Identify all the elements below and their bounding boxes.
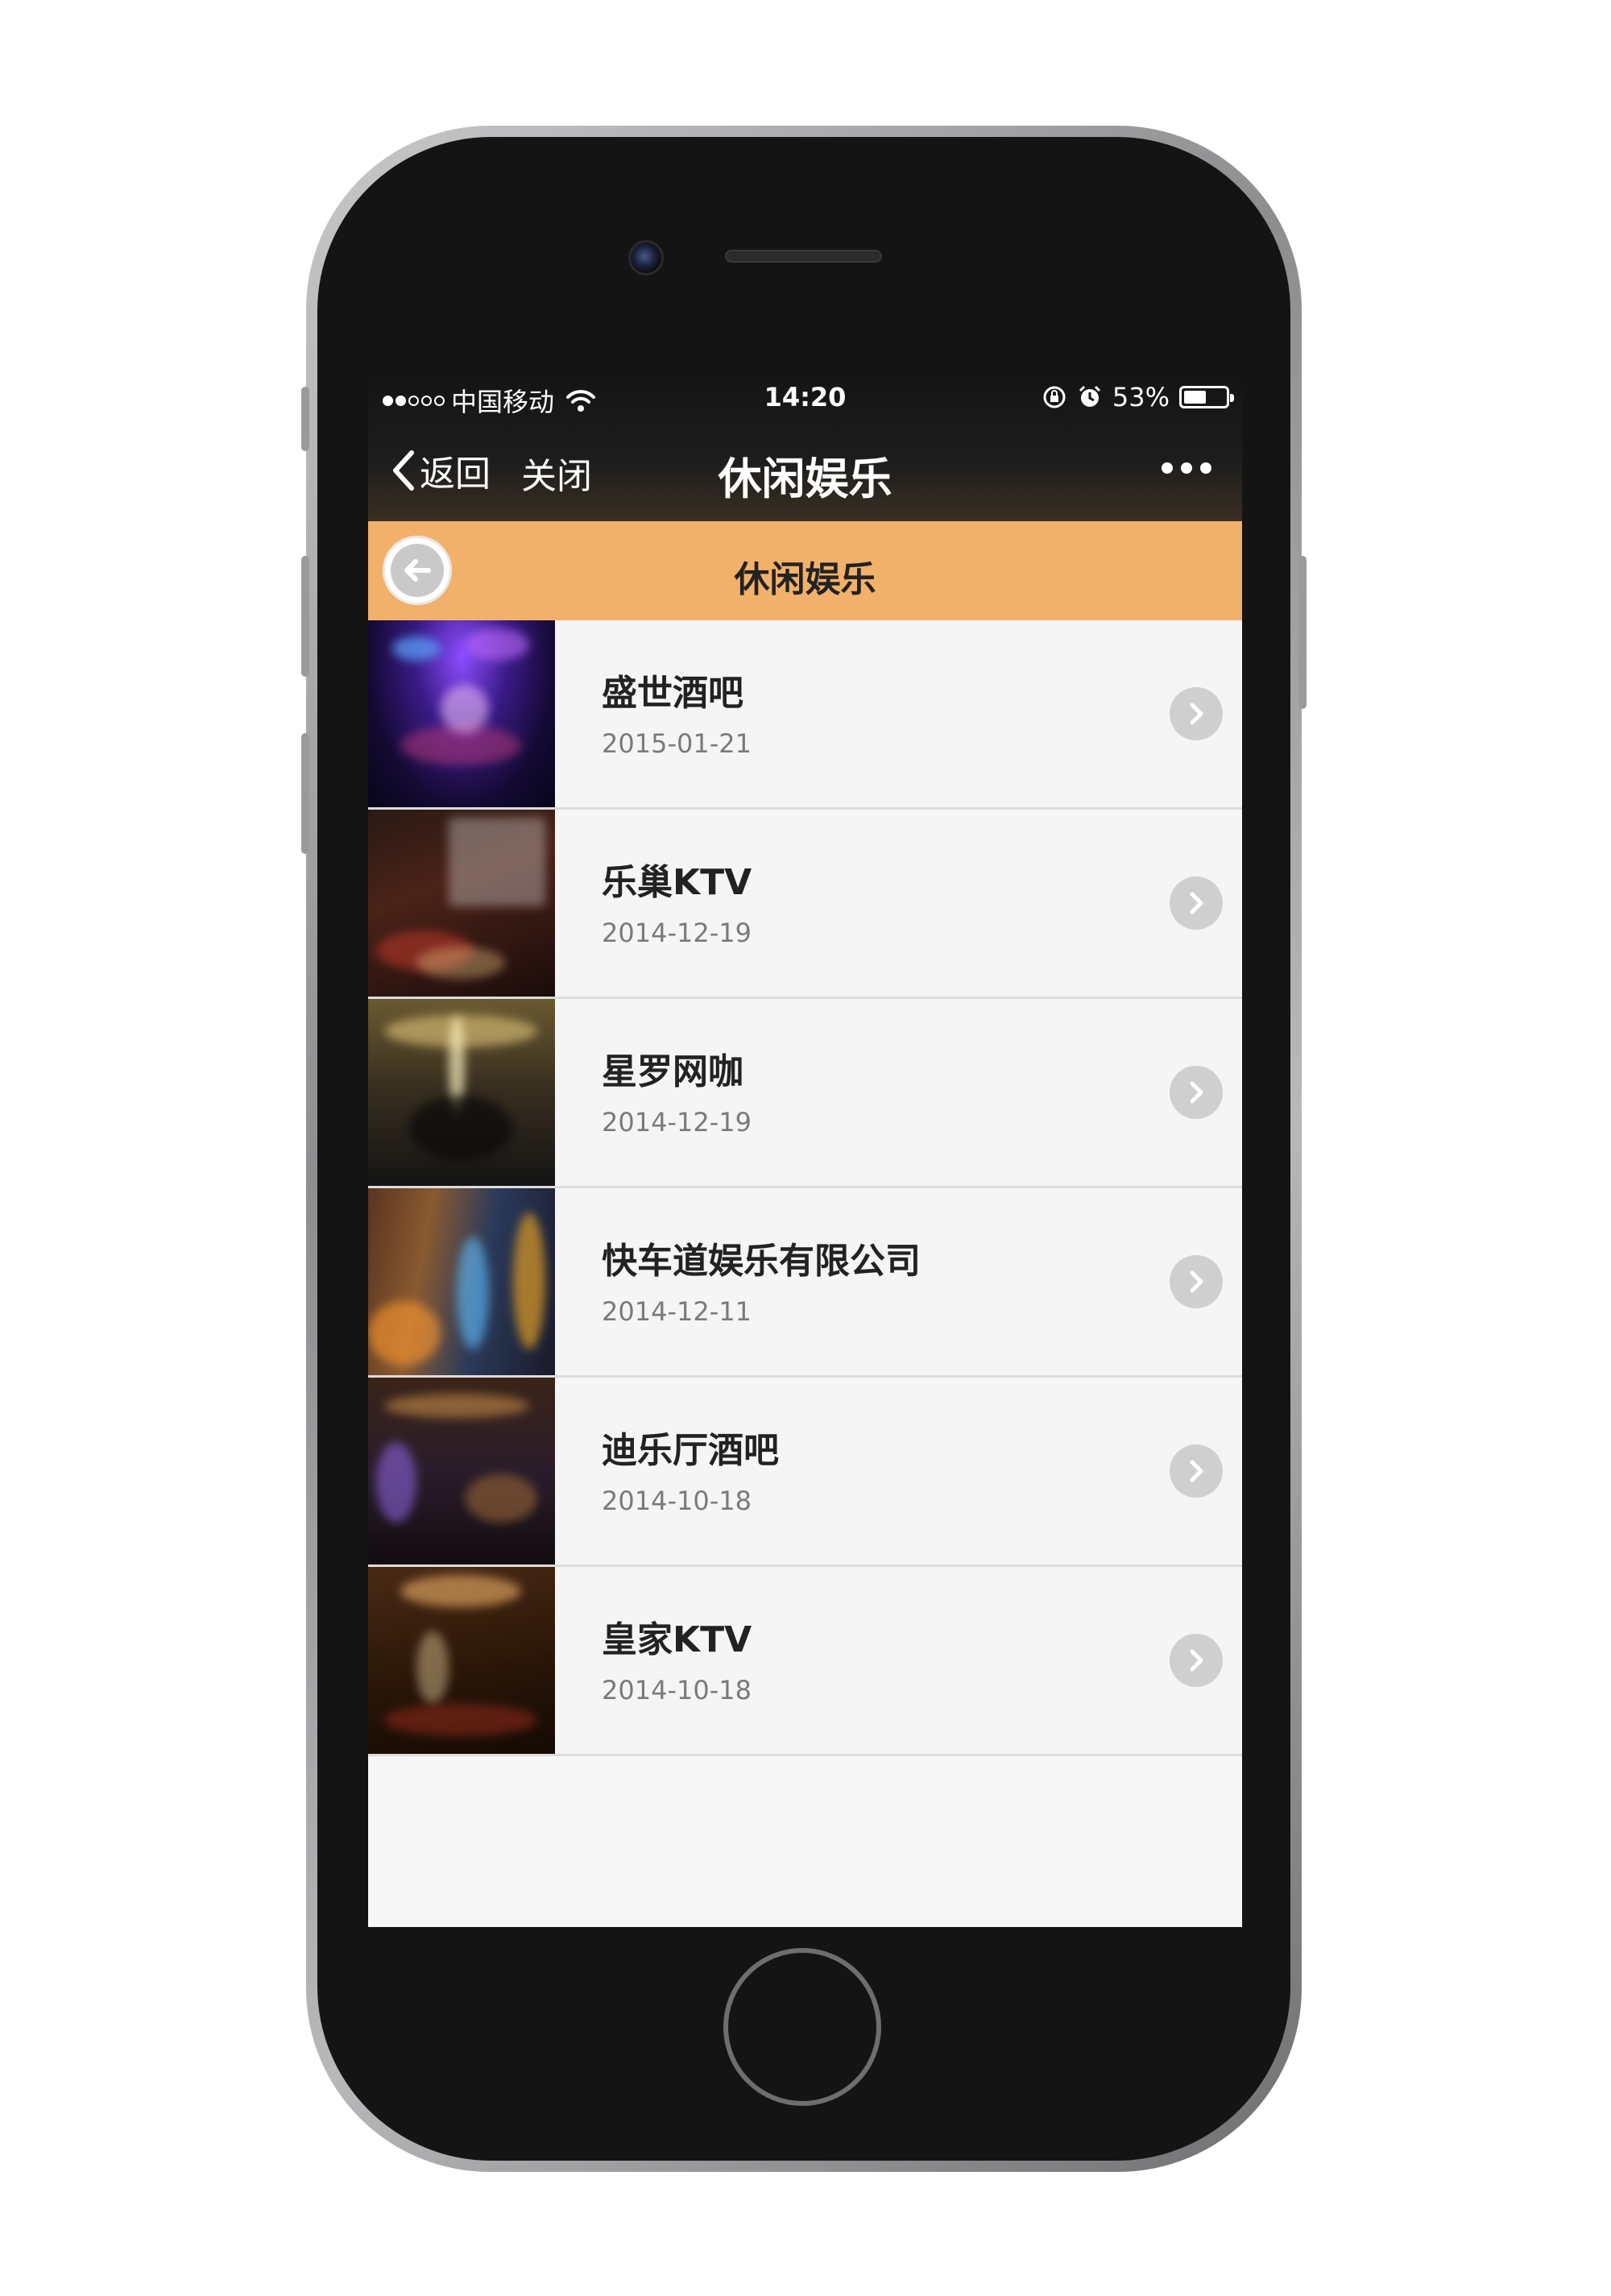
list-item[interactable]: 迪乐厅酒吧 2014-10-18 [368, 1378, 1242, 1567]
list-item[interactable]: 皇家KTV 2014-10-18 [368, 1567, 1242, 1756]
venue-list: 盛世酒吧 2015-01-21 乐巢KTV 2014-12-19 星罗网咖 20… [368, 620, 1242, 1756]
list-item[interactable]: 快车道娱乐有限公司 2014-12-11 [368, 1188, 1242, 1378]
battery-percent: 53% [1112, 382, 1170, 412]
page-title: 休闲娱乐 [734, 559, 876, 600]
item-date: 2014-10-18 [602, 1675, 752, 1705]
chevron-right-icon [1170, 877, 1223, 930]
front-camera [628, 240, 664, 276]
list-item[interactable]: 乐巢KTV 2014-12-19 [368, 810, 1242, 999]
volume-up-button [301, 556, 309, 677]
more-dots-icon[interactable] [1162, 462, 1211, 474]
item-title: 乐巢KTV [602, 862, 752, 903]
screen: 中国移动 14:20 53% 返回 关闭 休闲娱乐 休闲娱乐 盛世酒吧 2015… [368, 372, 1242, 1927]
bar-interior-photo [368, 620, 555, 807]
alarm-icon [1079, 385, 1100, 407]
item-date: 2014-10-18 [602, 1486, 752, 1516]
item-date: 2014-12-11 [602, 1296, 752, 1327]
item-date: 2014-12-19 [602, 1107, 752, 1138]
chevron-right-icon [1170, 1255, 1223, 1308]
internet-cafe-photo [368, 999, 555, 1186]
chevron-right-icon [1170, 1066, 1223, 1119]
item-title: 快车道娱乐有限公司 [602, 1241, 921, 1282]
royal-ktv-photo [368, 1567, 555, 1754]
disco-bar-photo [368, 1378, 555, 1565]
page-header: 休闲娱乐 [368, 521, 1242, 620]
home-button[interactable] [723, 1948, 881, 2106]
item-title: 迪乐厅酒吧 [602, 1430, 779, 1471]
battery-icon [1179, 386, 1234, 408]
entertainment-hall-photo [368, 1188, 555, 1375]
item-title: 皇家KTV [602, 1619, 752, 1660]
orientation-lock-icon [1043, 386, 1066, 408]
item-date: 2015-01-21 [602, 728, 752, 759]
power-button [1298, 556, 1307, 709]
silent-switch [301, 387, 309, 451]
status-bar: 中国移动 14:20 53% [368, 372, 1242, 421]
item-title: 星罗网咖 [602, 1051, 743, 1092]
item-date: 2014-12-19 [602, 918, 752, 948]
chevron-right-icon [1170, 687, 1223, 740]
earpiece-speaker [725, 250, 882, 263]
item-title: 盛世酒吧 [602, 673, 743, 714]
chevron-right-icon [1170, 1444, 1223, 1498]
volume-down-button [301, 733, 309, 854]
wechat-header: 中国移动 14:20 53% 返回 关闭 休闲娱乐 [368, 372, 1242, 521]
status-right: 53% [1042, 382, 1234, 412]
ktv-room-photo [368, 810, 555, 997]
list-item[interactable]: 盛世酒吧 2015-01-21 [368, 620, 1242, 810]
list-item[interactable]: 星罗网咖 2014-12-19 [368, 999, 1242, 1188]
chevron-right-icon [1170, 1634, 1223, 1687]
nav-title: 休闲娱乐 [718, 454, 892, 504]
nav-bar: 返回 关闭 休闲娱乐 [368, 421, 1242, 521]
